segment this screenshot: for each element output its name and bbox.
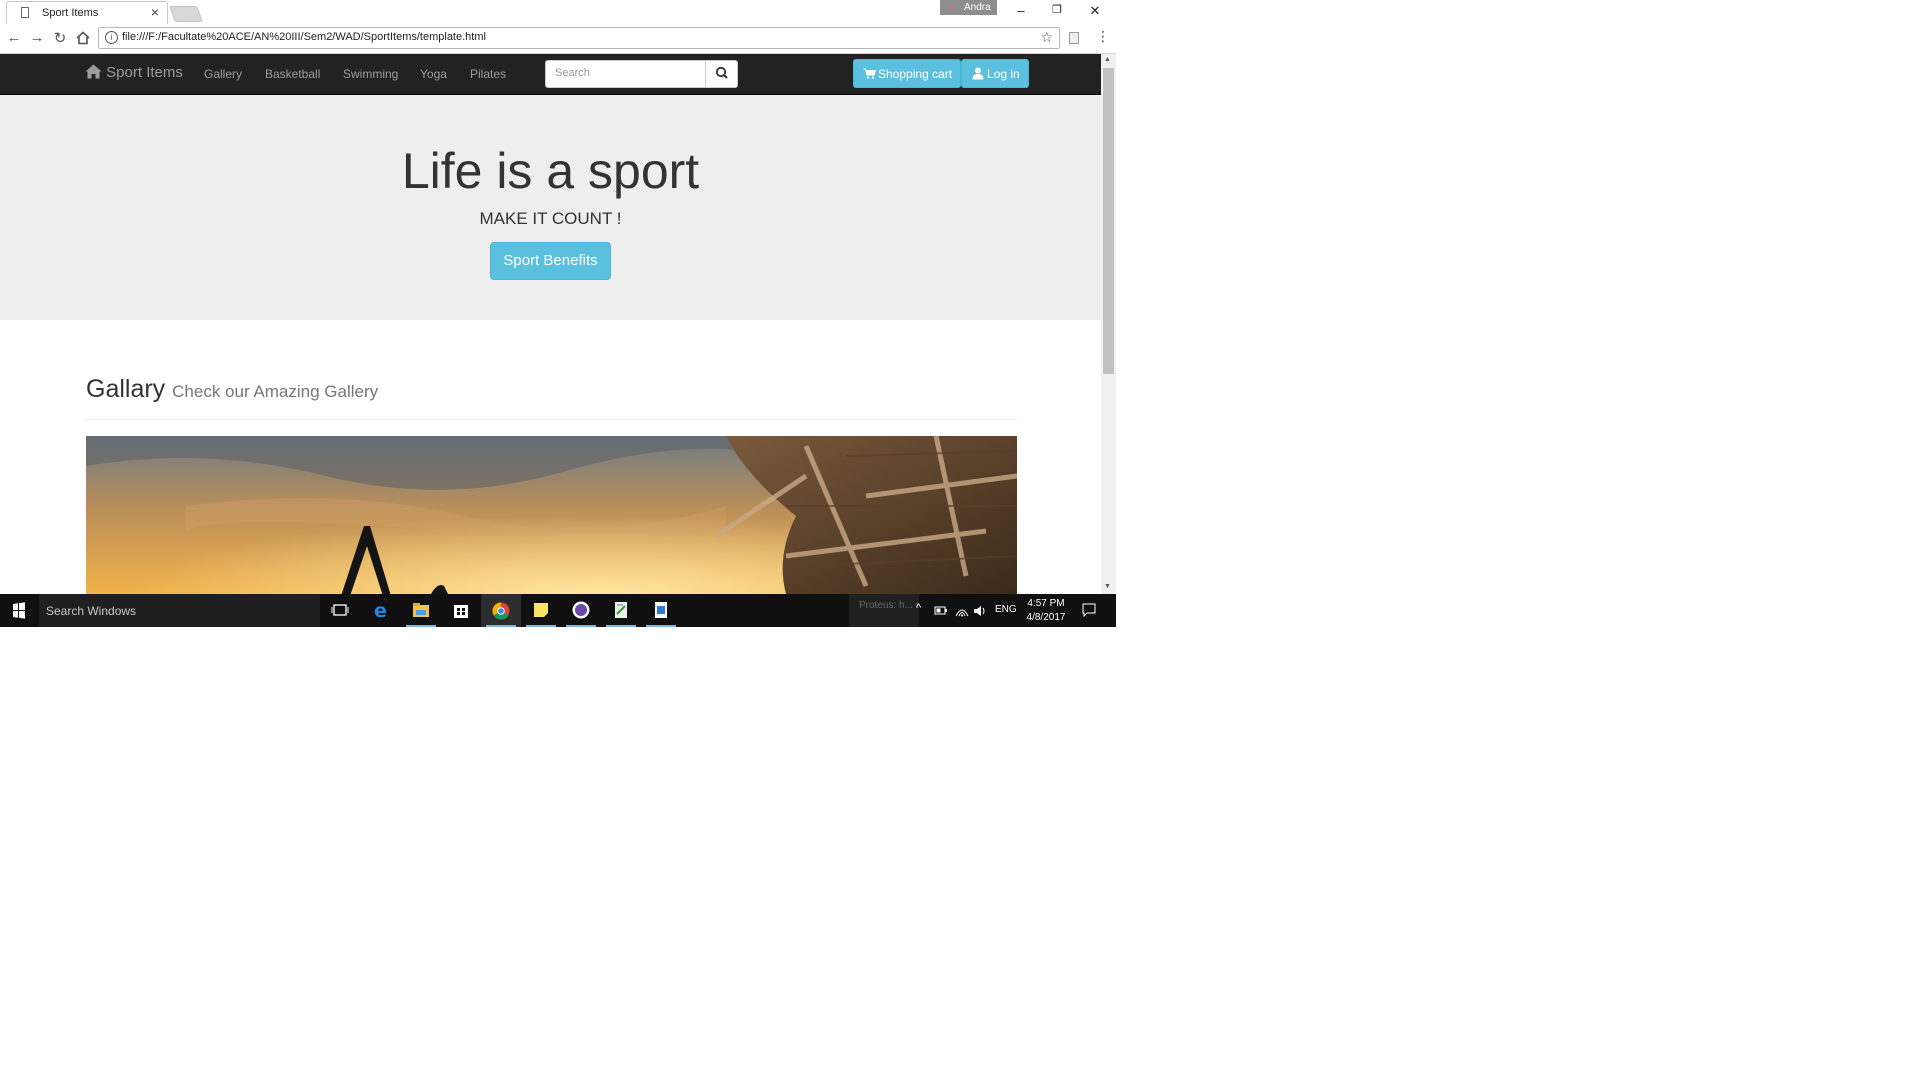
- clock-time: 4:57 PM: [1027, 598, 1065, 609]
- scrollbar-thumb[interactable]: [1103, 68, 1114, 374]
- nav-link-basketball[interactable]: Basketball: [265, 67, 320, 81]
- toast-text: Proteus: h... ucciD3rSoDNg: [859, 600, 919, 611]
- back-button[interactable]: ←: [5, 29, 23, 46]
- app-icon[interactable]: [571, 600, 591, 620]
- profile-button[interactable]: ◐ Andra: [940, 0, 997, 15]
- browser-toolbar: ← → ↻ i file:///F:/Facultate%20ACE/AN%20…: [0, 24, 1116, 54]
- nav-link-swimming[interactable]: Swimming: [343, 67, 398, 81]
- system-clock[interactable]: 4:57 PM 4/8/2017: [1025, 597, 1067, 625]
- battery-icon[interactable]: [934, 605, 948, 616]
- running-indicator: [486, 625, 516, 627]
- site-navbar: Sport Items Gallery Basketball Swimming …: [0, 54, 1101, 95]
- screen: Sport Items × ◐ Andra – ❐ ✕ ← → ↻ i file…: [0, 0, 1116, 627]
- language-indicator[interactable]: ENG: [995, 604, 1017, 615]
- nav-link-gallery[interactable]: Gallery: [204, 67, 242, 81]
- svg-text:e: e: [374, 600, 387, 620]
- hero-subtitle: MAKE IT COUNT !: [479, 209, 622, 228]
- shopping-cart-label: Shopping cart: [878, 67, 953, 81]
- photos-icon[interactable]: [651, 600, 671, 620]
- tray-chevron-icon[interactable]: ^: [916, 602, 921, 614]
- sport-benefits-button[interactable]: Sport Benefits: [490, 242, 611, 280]
- running-indicator: [566, 625, 596, 627]
- minimize-button[interactable]: –: [1011, 3, 1031, 18]
- chrome-menu-icon[interactable]: ⋮: [1096, 28, 1110, 45]
- log-in-button[interactable]: Log in: [961, 59, 1029, 88]
- notification-toast[interactable]: Proteus: h... ucciD3rSoDNg: [849, 594, 919, 627]
- address-bar[interactable]: i file:///F:/Facultate%20ACE/AN%20III/Se…: [98, 27, 1060, 49]
- home-button[interactable]: [74, 29, 92, 49]
- tab-close-icon[interactable]: ×: [151, 4, 159, 20]
- task-view-icon[interactable]: [330, 600, 350, 620]
- edge-icon[interactable]: e: [372, 600, 392, 620]
- brand-link[interactable]: Sport Items: [85, 64, 183, 81]
- running-indicator: [406, 625, 436, 627]
- user-icon: [972, 67, 984, 80]
- restore-button[interactable]: ❐: [1047, 3, 1067, 16]
- file-explorer-icon[interactable]: [411, 600, 431, 620]
- gallery-subtitle: Check our Amazing Gallery: [172, 382, 379, 401]
- shopping-cart-icon: [863, 68, 876, 79]
- scroll-down-icon[interactable]: ▼: [1104, 583, 1111, 590]
- close-window-button[interactable]: ✕: [1085, 3, 1105, 19]
- profile-icon: ◐: [949, 2, 955, 12]
- page-scrollbar[interactable]: ▲ ▼: [1101, 54, 1116, 594]
- profile-name: Andra: [964, 2, 991, 13]
- search-input[interactable]: [555, 67, 705, 79]
- clock-date: 4/8/2017: [1026, 612, 1066, 623]
- nav-link-yoga[interactable]: Yoga: [420, 67, 447, 81]
- store-icon[interactable]: [451, 600, 471, 620]
- bookmark-star-icon[interactable]: ☆: [1040, 29, 1053, 46]
- url-text[interactable]: file:///F:/Facultate%20ACE/AN%20III/Sem2…: [122, 31, 486, 43]
- search-field[interactable]: [545, 60, 706, 88]
- wifi-icon[interactable]: [955, 605, 969, 617]
- chrome-taskbar-button[interactable]: [481, 594, 521, 627]
- running-indicator: [646, 625, 676, 627]
- volume-icon[interactable]: [973, 605, 987, 617]
- tab-title: Sport Items: [42, 7, 99, 19]
- search-icon: [715, 66, 728, 79]
- brand-text: Sport Items: [106, 64, 183, 81]
- sunset-photo: [86, 436, 1017, 594]
- reload-button[interactable]: ↻: [51, 29, 69, 47]
- search-button[interactable]: [705, 60, 738, 88]
- new-tab-button[interactable]: [169, 6, 203, 22]
- notepad-icon[interactable]: [611, 600, 631, 620]
- page-icon: [21, 7, 29, 18]
- home-icon: [76, 31, 90, 45]
- gallery-title: Gallary: [86, 375, 166, 403]
- windows-logo-icon: [13, 602, 25, 619]
- taskbar-search-text[interactable]: Search Windows: [46, 604, 136, 618]
- taskbar-search[interactable]: Search Windows: [39, 594, 320, 627]
- nav-link-pilates[interactable]: Pilates: [470, 67, 506, 81]
- windows-taskbar: Search Windows e Proteus: h... ucciD3rSo…: [0, 594, 1116, 627]
- browser-tab[interactable]: Sport Items ×: [6, 1, 168, 24]
- shopping-cart-button[interactable]: Shopping cart: [853, 59, 961, 88]
- divider: [86, 419, 1017, 420]
- browser-titlebar: Sport Items × ◐ Andra – ❐ ✕: [0, 0, 1116, 24]
- hero-title: Life is a sport: [401, 143, 700, 199]
- info-icon[interactable]: i: [105, 31, 118, 44]
- start-button[interactable]: [0, 594, 38, 627]
- extension-icon[interactable]: [1069, 32, 1079, 44]
- home-icon: [85, 64, 102, 79]
- hero-section: Life is a sport MAKE IT COUNT ! Sport Be…: [0, 95, 1101, 320]
- running-indicator: [526, 625, 556, 627]
- action-center-icon[interactable]: [1082, 603, 1096, 617]
- log-in-label: Log in: [987, 67, 1020, 81]
- web-page: Sport Items Gallery Basketball Swimming …: [0, 54, 1101, 594]
- gallery-image[interactable]: [86, 436, 1017, 594]
- gallery-heading: Gallary Check our Amazing Gallery: [86, 375, 378, 404]
- sticky-notes-icon[interactable]: [531, 600, 551, 620]
- scroll-up-icon[interactable]: ▲: [1104, 56, 1111, 63]
- chrome-icon: [492, 602, 510, 620]
- forward-button[interactable]: →: [28, 29, 46, 46]
- running-indicator: [606, 625, 636, 627]
